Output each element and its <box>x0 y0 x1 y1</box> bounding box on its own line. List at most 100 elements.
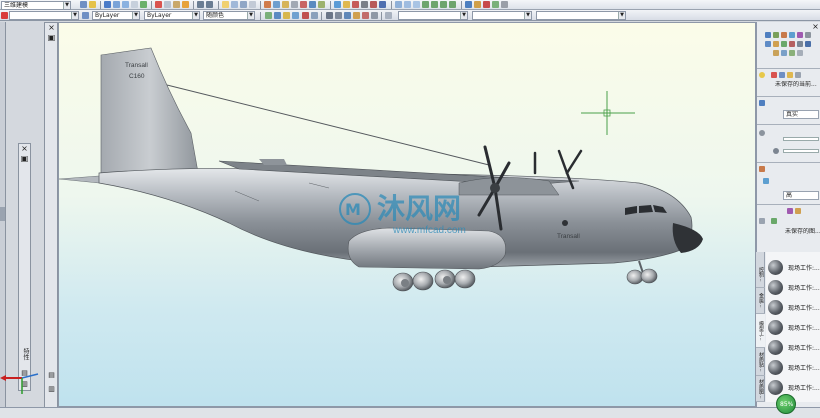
panel-options-icon[interactable]: ▥ <box>47 385 56 394</box>
slice-icon[interactable] <box>781 50 787 56</box>
lights-icon[interactable] <box>379 1 386 8</box>
hidden-icon[interactable] <box>344 12 351 19</box>
point-light-icon[interactable] <box>771 72 777 78</box>
sheet-set-icon[interactable] <box>291 1 298 8</box>
3d-dwf-icon[interactable] <box>140 1 147 8</box>
zoom-realtime-icon[interactable] <box>231 1 238 8</box>
pan-icon[interactable] <box>222 1 229 8</box>
render-icon[interactable] <box>361 1 368 8</box>
print-icon[interactable] <box>113 1 120 8</box>
wireframe-2d-icon[interactable] <box>326 12 333 19</box>
new-icon[interactable] <box>80 1 87 8</box>
copy-icon[interactable] <box>164 1 171 8</box>
list-item[interactable]: 现场工作:... <box>766 318 820 336</box>
layer-select[interactable]: ▼ <box>9 11 79 20</box>
spotlight-icon[interactable] <box>779 72 785 78</box>
design-center-icon[interactable] <box>273 1 280 8</box>
conceptual-icon[interactable] <box>362 12 369 19</box>
list-item[interactable]: 现场工作:... <box>766 298 820 316</box>
auto-hide-icon[interactable]: ▣ <box>47 33 56 42</box>
named-view-select[interactable]: ▼ <box>536 11 626 20</box>
ucs-icon[interactable] <box>465 1 472 8</box>
ucs-world-icon[interactable] <box>474 1 481 8</box>
quickcalc-icon[interactable] <box>309 1 316 8</box>
ucs-select[interactable]: ▼ <box>472 11 532 20</box>
layer-previous-icon[interactable] <box>352 1 359 8</box>
visual-styles-manager-icon[interactable] <box>371 12 378 19</box>
camera-icon[interactable] <box>292 12 299 19</box>
walk-icon[interactable] <box>302 12 309 19</box>
view-front-icon[interactable] <box>404 1 411 8</box>
palette-tab[interactable]: 材质贴... <box>756 348 765 376</box>
properties-icon[interactable] <box>264 1 271 8</box>
palette-tab[interactable]: 模型工... <box>756 314 765 348</box>
list-item[interactable]: 现场工作:... <box>766 258 820 276</box>
snap-icon[interactable] <box>385 12 392 19</box>
union-icon[interactable] <box>797 41 803 47</box>
palette-tab[interactable]: 控制... <box>756 262 765 288</box>
close-icon[interactable]: × <box>20 144 29 153</box>
materials-icon[interactable] <box>370 1 377 8</box>
extrude-icon[interactable] <box>765 41 771 47</box>
save-icon[interactable] <box>104 1 111 8</box>
list-item[interactable]: 现场工作:... <box>766 378 820 396</box>
paste-icon[interactable] <box>173 1 180 8</box>
torus-icon[interactable] <box>797 32 803 38</box>
ucs-3point-icon[interactable] <box>501 1 508 8</box>
sweep-icon[interactable] <box>781 41 787 47</box>
list-item[interactable]: 现场工作:... <box>766 278 820 296</box>
view-iso-sw-icon[interactable] <box>422 1 429 8</box>
zoom-window-icon[interactable] <box>240 1 247 8</box>
box-icon[interactable] <box>765 32 771 38</box>
drawing-viewport[interactable]: Transall C160 Transall M 沐风网 www.mfcad.c… <box>58 22 756 407</box>
view-iso-se-icon[interactable] <box>431 1 438 8</box>
dock-grip[interactable] <box>0 207 5 221</box>
free-orbit-icon[interactable] <box>274 12 281 19</box>
view-iso-ne-icon[interactable] <box>440 1 447 8</box>
list-item[interactable]: 现场工作:... <box>766 358 820 376</box>
panel-menu-icon[interactable]: ▤ <box>47 371 56 380</box>
preview-icon[interactable] <box>122 1 129 8</box>
visual-style-select[interactable]: 真实 <box>783 110 819 119</box>
continuous-orbit-icon[interactable] <box>283 12 290 19</box>
layer-manager-icon[interactable] <box>334 1 341 8</box>
wedge-icon[interactable] <box>805 32 811 38</box>
ucs-origin-icon[interactable] <box>483 1 490 8</box>
layer-on-icon[interactable] <box>82 12 89 19</box>
help-icon[interactable] <box>318 1 325 8</box>
subtract-icon[interactable] <box>805 41 811 47</box>
intersect-icon[interactable] <box>773 50 779 56</box>
cut-icon[interactable] <box>155 1 162 8</box>
redo-icon[interactable] <box>206 1 213 8</box>
cone-icon[interactable] <box>781 32 787 38</box>
close-icon[interactable]: × <box>811 22 820 31</box>
undo-icon[interactable] <box>197 1 204 8</box>
publish-icon[interactable] <box>131 1 138 8</box>
orbit-icon[interactable] <box>265 12 272 19</box>
view-select[interactable]: ▼ <box>398 11 468 20</box>
auto-hide-icon[interactable]: ▣ <box>20 154 29 163</box>
material-icon[interactable] <box>787 208 793 214</box>
fly-icon[interactable] <box>311 12 318 19</box>
sphere-icon[interactable] <box>789 32 795 38</box>
markup-icon[interactable] <box>300 1 307 8</box>
plotstyle-control-select[interactable]: 随颜色 ▼ <box>203 11 255 20</box>
loft-icon[interactable] <box>789 41 795 47</box>
wireframe-3d-icon[interactable] <box>335 12 342 19</box>
ucs-zaxis-icon[interactable] <box>492 1 499 8</box>
match-properties-icon[interactable] <box>182 1 189 8</box>
section-icon[interactable] <box>789 50 795 56</box>
view-iso-nw-icon[interactable] <box>449 1 456 8</box>
time-slider[interactable] <box>783 149 819 153</box>
realistic-icon[interactable] <box>353 12 360 19</box>
palette-tab[interactable]: 金属... <box>756 288 765 314</box>
view-left-icon[interactable] <box>413 1 420 8</box>
render-quality-select[interactable]: 高 <box>783 191 819 200</box>
workspace-select[interactable]: 三维建模 ▼ <box>1 1 71 10</box>
open-icon[interactable] <box>89 1 96 8</box>
light-list-icon[interactable] <box>795 72 801 78</box>
linetype-control-select[interactable]: ByLayer ▼ <box>144 11 200 20</box>
revolve-icon[interactable] <box>773 41 779 47</box>
cylinder-icon[interactable] <box>773 32 779 38</box>
list-item[interactable]: 现场工作:... <box>766 338 820 356</box>
